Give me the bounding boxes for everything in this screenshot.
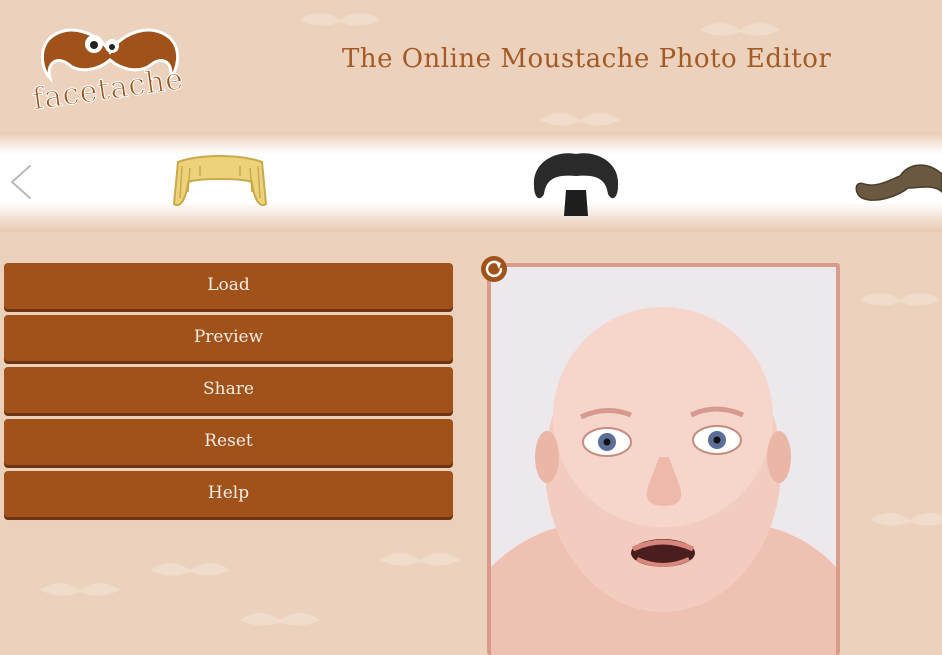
site-title: The Online Moustache Photo Editor <box>342 44 832 74</box>
chevron-left-icon[interactable] <box>4 162 40 202</box>
header: facetache The Online Moustache Photo Edi… <box>0 0 942 132</box>
preview-button[interactable]: Preview <box>4 315 453 361</box>
moustache-option-blonde[interactable] <box>170 152 270 212</box>
moustache-carousel <box>0 132 942 232</box>
help-button[interactable]: Help <box>4 471 453 517</box>
load-button[interactable]: Load <box>4 263 453 309</box>
face-photo <box>491 267 836 655</box>
photo-canvas[interactable] <box>487 263 840 655</box>
rotate-button[interactable] <box>481 256 507 282</box>
share-button[interactable]: Share <box>4 367 453 413</box>
facetache-logo[interactable]: facetache <box>28 12 193 118</box>
reset-button[interactable]: Reset <box>4 419 453 465</box>
rotate-icon <box>485 260 503 278</box>
moustache-option-black-goatee[interactable] <box>528 146 624 220</box>
action-panel: Load Preview Share Reset Help <box>0 252 462 528</box>
moustache-option-brown-curly[interactable] <box>850 154 942 210</box>
